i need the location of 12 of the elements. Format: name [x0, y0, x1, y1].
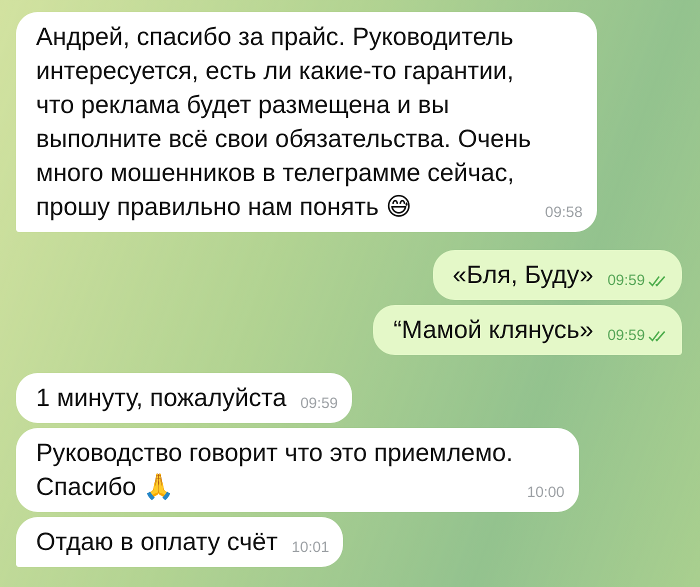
message-text: “Мамой клянусь» [393, 315, 594, 346]
message-time: 10:00 [526, 484, 565, 502]
message-text: Андрей, спасибо за прайс. Руководитель интересуется, есть ли какие-то гарантии, что реклама будет размещена и вы выполните всё свои обязательства. Очень много мошенников в телеграмме сейчас, прошу правильно нам понять 😅 [36, 22, 532, 223]
message-text: Руководство говорит что это приемлемо. Спасибо 🙏 [36, 438, 513, 503]
message-text: 1 минуту, пожалуйста [36, 383, 286, 414]
message-time: 10:01 [292, 539, 330, 557]
message-text: Отдаю в оплату счёт [36, 527, 278, 558]
message-text: «Бля, Буду» [452, 260, 594, 291]
message-time: 09:59 [607, 272, 645, 290]
message-time: 09:59 [607, 327, 645, 345]
message-time: 09:58 [545, 204, 583, 222]
message-time: 09:59 [300, 395, 338, 413]
